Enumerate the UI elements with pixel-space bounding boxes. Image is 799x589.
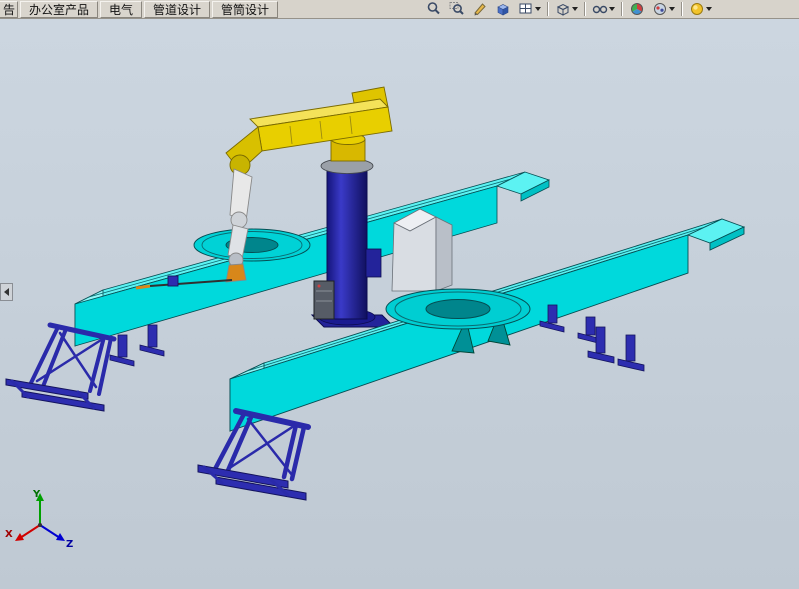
- hide-show-items-icon[interactable]: [588, 1, 618, 18]
- panel-collapse-arrow[interactable]: [0, 283, 13, 301]
- chevron-down-icon: [609, 7, 615, 11]
- toolbar-separator: [584, 2, 585, 16]
- command-tab-bar: 告 办公室产品 电气 管道设计 管筒设计: [0, 0, 799, 19]
- right-beam-turntable-ring[interactable]: [386, 289, 530, 329]
- edit-appearance-icon[interactable]: [625, 1, 648, 18]
- zoom-to-area-icon[interactable]: [445, 1, 468, 18]
- zoom-to-fit-icon[interactable]: [422, 1, 445, 18]
- view-settings-icon[interactable]: [685, 1, 715, 18]
- toolbar-separator: [681, 2, 682, 16]
- chevron-down-icon: [535, 7, 541, 11]
- orientation-cube-icon[interactable]: [491, 1, 514, 18]
- tab-partial[interactable]: 告: [0, 1, 18, 18]
- triad-y-label: Y: [32, 489, 41, 500]
- tab-electrical[interactable]: 电气: [100, 1, 142, 18]
- fixture-wedge[interactable]: [392, 209, 452, 291]
- apply-scene-icon[interactable]: [648, 1, 678, 18]
- cad-application-window: { "tabbar": { "tabs": [ {"label": "告"}, …: [0, 0, 799, 589]
- toolbar-separator: [547, 2, 548, 16]
- triad-z-label: Z: [66, 539, 73, 550]
- chevron-down-icon: [572, 7, 578, 11]
- section-view-icon[interactable]: [468, 1, 491, 18]
- graphics-viewport[interactable]: Y X Z: [0, 19, 799, 589]
- chevron-down-icon: [706, 7, 712, 11]
- left-beam-turntable-ring[interactable]: [194, 229, 310, 261]
- tab-tube-design[interactable]: 管筒设计: [212, 1, 278, 18]
- chevron-left-icon: [4, 288, 9, 296]
- chevron-down-icon: [669, 7, 675, 11]
- view-orientation-icon[interactable]: [514, 1, 544, 18]
- controller-box[interactable]: [314, 281, 334, 319]
- display-style-icon[interactable]: [551, 1, 581, 18]
- triad-x-label: X: [5, 529, 13, 540]
- tab-piping-design[interactable]: 管道设计: [144, 1, 210, 18]
- tab-office-products[interactable]: 办公室产品: [20, 1, 98, 18]
- toolbar-separator: [621, 2, 622, 16]
